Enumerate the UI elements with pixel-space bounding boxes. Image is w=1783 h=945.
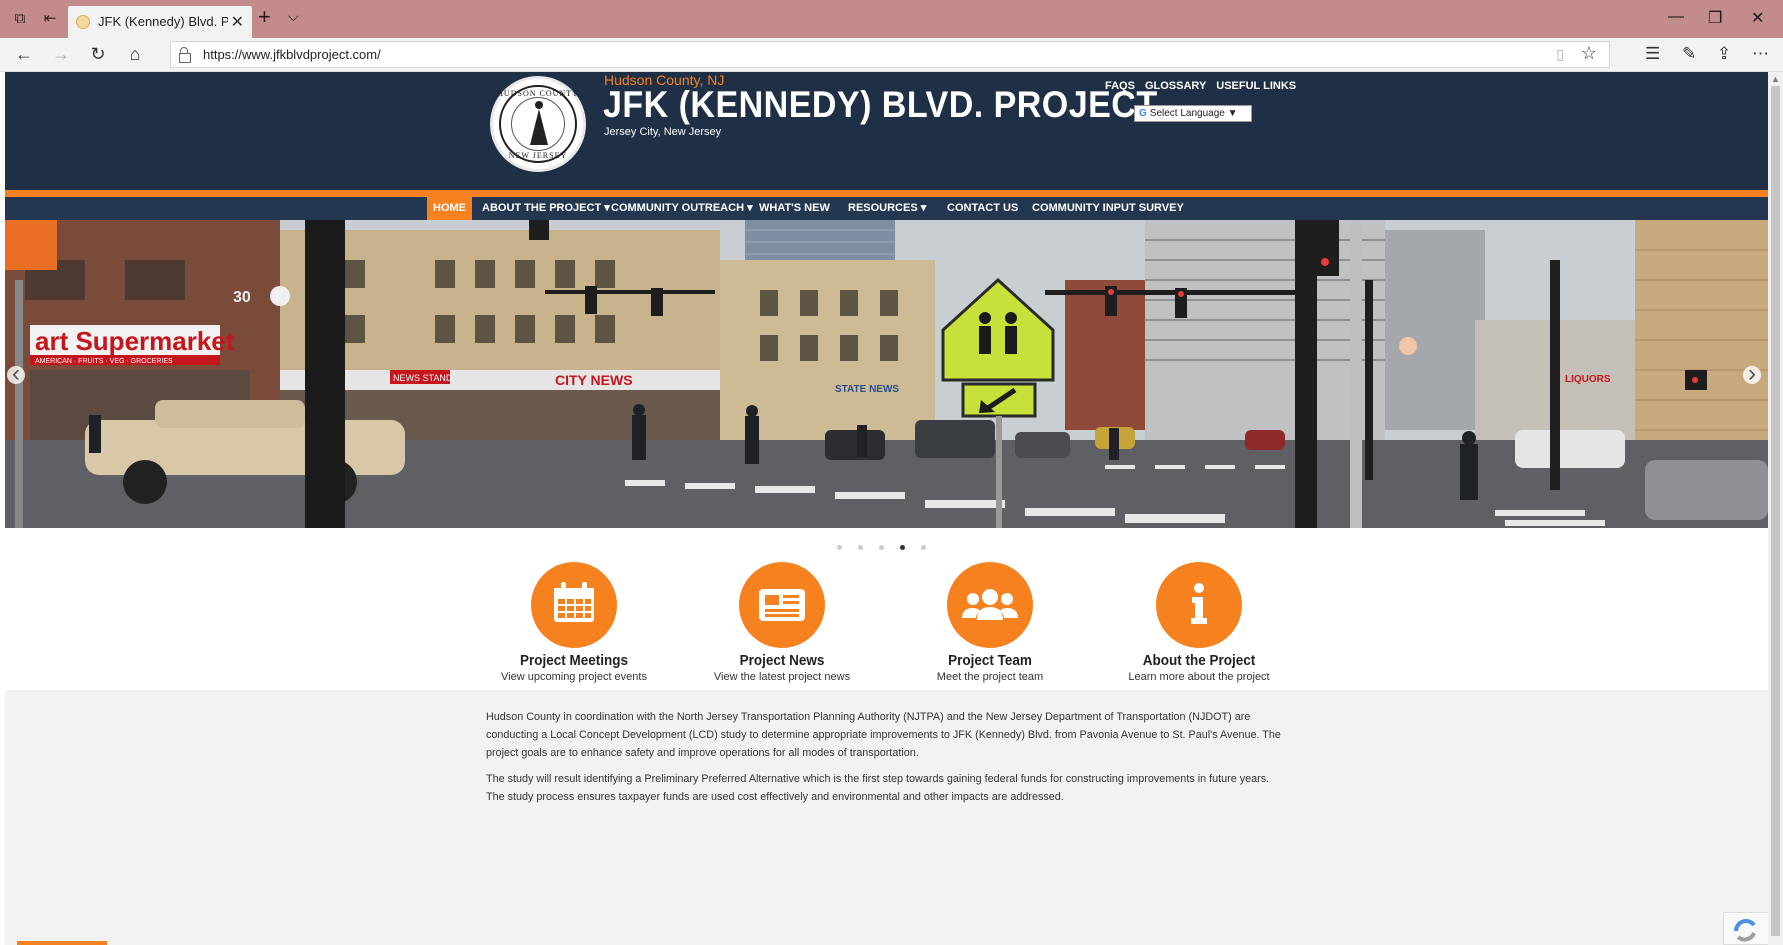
- caret-down-icon: ▾: [747, 202, 753, 214]
- new-tab-icon[interactable]: +: [258, 4, 271, 30]
- feature-subtitle: View the latest project news: [713, 671, 851, 683]
- intro-paragraph-1: Hudson County in coordination with the N…: [486, 711, 1281, 759]
- city-news-sign-text: CITY NEWS: [555, 372, 633, 388]
- browser-tab-bar: ⧉ ⇤ JFK (Kennedy) Blvd. Proj ✕ + ⌵ — ❐ ✕: [0, 0, 1783, 38]
- site-favicon-icon: [76, 15, 90, 29]
- close-window-icon[interactable]: ✕: [1751, 8, 1764, 28]
- set-tabs-aside-icon[interactable]: ⇤: [40, 9, 60, 29]
- more-icon[interactable]: ⋯: [1752, 44, 1769, 64]
- site-title[interactable]: JFK (KENNEDY) BLVD. PROJECT: [603, 84, 1158, 126]
- feature-about-the-project[interactable]: About the Project Learn more about the p…: [1099, 562, 1299, 683]
- minimize-icon[interactable]: —: [1668, 8, 1684, 26]
- state-news-sign-text: STATE NEWS: [835, 384, 899, 395]
- nav-home[interactable]: HOME: [427, 197, 472, 220]
- info-icon[interactable]: [1156, 562, 1242, 648]
- web-page: HUDSON COUNTY NEW JERSEY Hudson County, …: [5, 72, 1768, 945]
- google-icon: G: [1139, 108, 1147, 119]
- nav-whats-new[interactable]: WHAT'S NEW: [753, 197, 836, 220]
- back-icon[interactable]: ←: [13, 44, 35, 65]
- calendar-icon[interactable]: [531, 562, 617, 648]
- site-header: HUDSON COUNTY NEW JERSEY Hudson County, …: [5, 72, 1768, 190]
- tab-actions-icon[interactable]: ⧉: [10, 9, 30, 29]
- slider-pagination: [837, 537, 942, 555]
- recaptcha-badge[interactable]: [1723, 912, 1768, 945]
- feature-title[interactable]: Project Team: [900, 652, 1080, 669]
- team-icon[interactable]: [947, 562, 1033, 648]
- nav-contact-us[interactable]: CONTACT US: [941, 197, 1024, 220]
- news-stand-sign-text: NEWS STAND: [393, 373, 453, 383]
- home-icon[interactable]: ⌂: [124, 44, 146, 65]
- nav-about-the-project[interactable]: ABOUT THE PROJECT ▾: [476, 197, 616, 220]
- forward-icon[interactable]: →: [50, 44, 72, 65]
- useful-links-link[interactable]: USEFUL LINKS: [1216, 80, 1296, 92]
- accent-strip: [5, 190, 1768, 197]
- slider-dot[interactable]: [858, 545, 863, 550]
- supermarket-sign-text: art Supermarket: [35, 326, 235, 356]
- language-select[interactable]: G Select Language ▼: [1134, 105, 1252, 122]
- tab-list-chevron-icon[interactable]: ⌵: [288, 8, 299, 25]
- feature-project-meetings[interactable]: Project Meetings View upcoming project e…: [474, 562, 674, 683]
- building-number-text: 30: [233, 289, 251, 306]
- tab-title: JFK (Kennedy) Blvd. Proj: [98, 14, 228, 29]
- scrollbar-thumb[interactable]: [1771, 86, 1780, 936]
- feature-subtitle: Learn more about the project: [1128, 671, 1270, 683]
- select-arrow-icon: ▼: [1227, 108, 1238, 119]
- caret-down-icon: ▾: [920, 202, 927, 214]
- refresh-icon[interactable]: ↻: [87, 44, 109, 65]
- faqs-link[interactable]: FAQS: [1105, 80, 1135, 92]
- url-text: https://www.jfkblvdproject.com/: [203, 47, 381, 62]
- feature-project-team[interactable]: Project Team Meet the project team: [890, 562, 1090, 683]
- glossary-link[interactable]: GLOSSARY: [1145, 80, 1206, 92]
- intro-section: Hudson County in coordination with the N…: [5, 690, 1768, 945]
- slider-dot[interactable]: [921, 545, 926, 550]
- liquors-sign-text: LIQUORS: [1565, 374, 1611, 385]
- close-tab-icon[interactable]: ✕: [231, 12, 244, 32]
- share-icon[interactable]: ⇪: [1717, 44, 1731, 64]
- seal-bottom-text: NEW JERSEY: [508, 151, 568, 160]
- feature-title[interactable]: Project Meetings: [484, 652, 664, 669]
- favorite-star-icon[interactable]: ☆: [1581, 43, 1597, 64]
- county-seal-logo[interactable]: HUDSON COUNTY NEW JERSEY: [490, 76, 586, 172]
- feature-project-news[interactable]: Project News View the latest project new…: [682, 562, 882, 683]
- street-scene-photo: 30 art Supermarket AMERICAN · FRUITS · V…: [5, 220, 1768, 528]
- feature-title[interactable]: About the Project: [1109, 652, 1289, 669]
- supermarket-sub-text: AMERICAN · FRUITS · VEG · GROCERIES: [35, 358, 173, 365]
- main-nav: HOME ABOUT THE PROJECT ▾ COMMUNITY OUTRE…: [5, 197, 1768, 220]
- footer-accent: [17, 941, 107, 945]
- city-label: Jersey City, New Jersey: [604, 126, 722, 138]
- favorites-hub-icon[interactable]: ☰: [1645, 44, 1660, 64]
- slider-prev-arrow-icon[interactable]: ‹: [7, 362, 25, 386]
- slider-dot[interactable]: [837, 545, 842, 550]
- slider-dot-active[interactable]: [900, 545, 905, 550]
- top-links: FAQS GLOSSARY USEFUL LINKS: [1105, 76, 1306, 94]
- slider-dot[interactable]: [879, 545, 884, 550]
- lock-icon: [179, 47, 191, 63]
- slider-next-arrow-icon[interactable]: ›: [1743, 362, 1761, 386]
- page-scrollbar[interactable]: ▲: [1768, 72, 1783, 945]
- scroll-up-icon[interactable]: ▲: [1771, 74, 1780, 84]
- browser-tab[interactable]: JFK (Kennedy) Blvd. Proj ✕: [68, 6, 252, 38]
- seal-top-text: HUDSON COUNTY: [497, 89, 579, 98]
- language-select-label: Select Language: [1149, 108, 1225, 119]
- hero-slider[interactable]: 30 art Supermarket AMERICAN · FRUITS · V…: [5, 220, 1768, 528]
- feature-subtitle: View upcoming project events: [501, 671, 647, 683]
- nav-community-input-survey[interactable]: COMMUNITY INPUT SURVEY: [1026, 197, 1190, 220]
- feature-subtitle: Meet the project team: [936, 671, 1044, 683]
- nav-resources[interactable]: RESOURCES ▾: [842, 197, 932, 220]
- intro-paragraph-2: The study will result identifying a Prel…: [486, 773, 1270, 803]
- nav-community-outreach[interactable]: COMMUNITY OUTREACH ▾: [605, 197, 759, 220]
- url-field[interactable]: https://www.jfkblvdproject.com/ ▯ ☆: [170, 41, 1610, 68]
- address-bar-row: ← → ↻ ⌂ https://www.jfkblvdproject.com/ …: [0, 38, 1783, 72]
- pen-icon[interactable]: ✎: [1682, 44, 1696, 64]
- newspaper-icon[interactable]: [739, 562, 825, 648]
- restore-icon[interactable]: ❐: [1708, 8, 1722, 28]
- reading-view-icon[interactable]: ▯: [1556, 46, 1564, 63]
- feature-title[interactable]: Project News: [692, 652, 872, 669]
